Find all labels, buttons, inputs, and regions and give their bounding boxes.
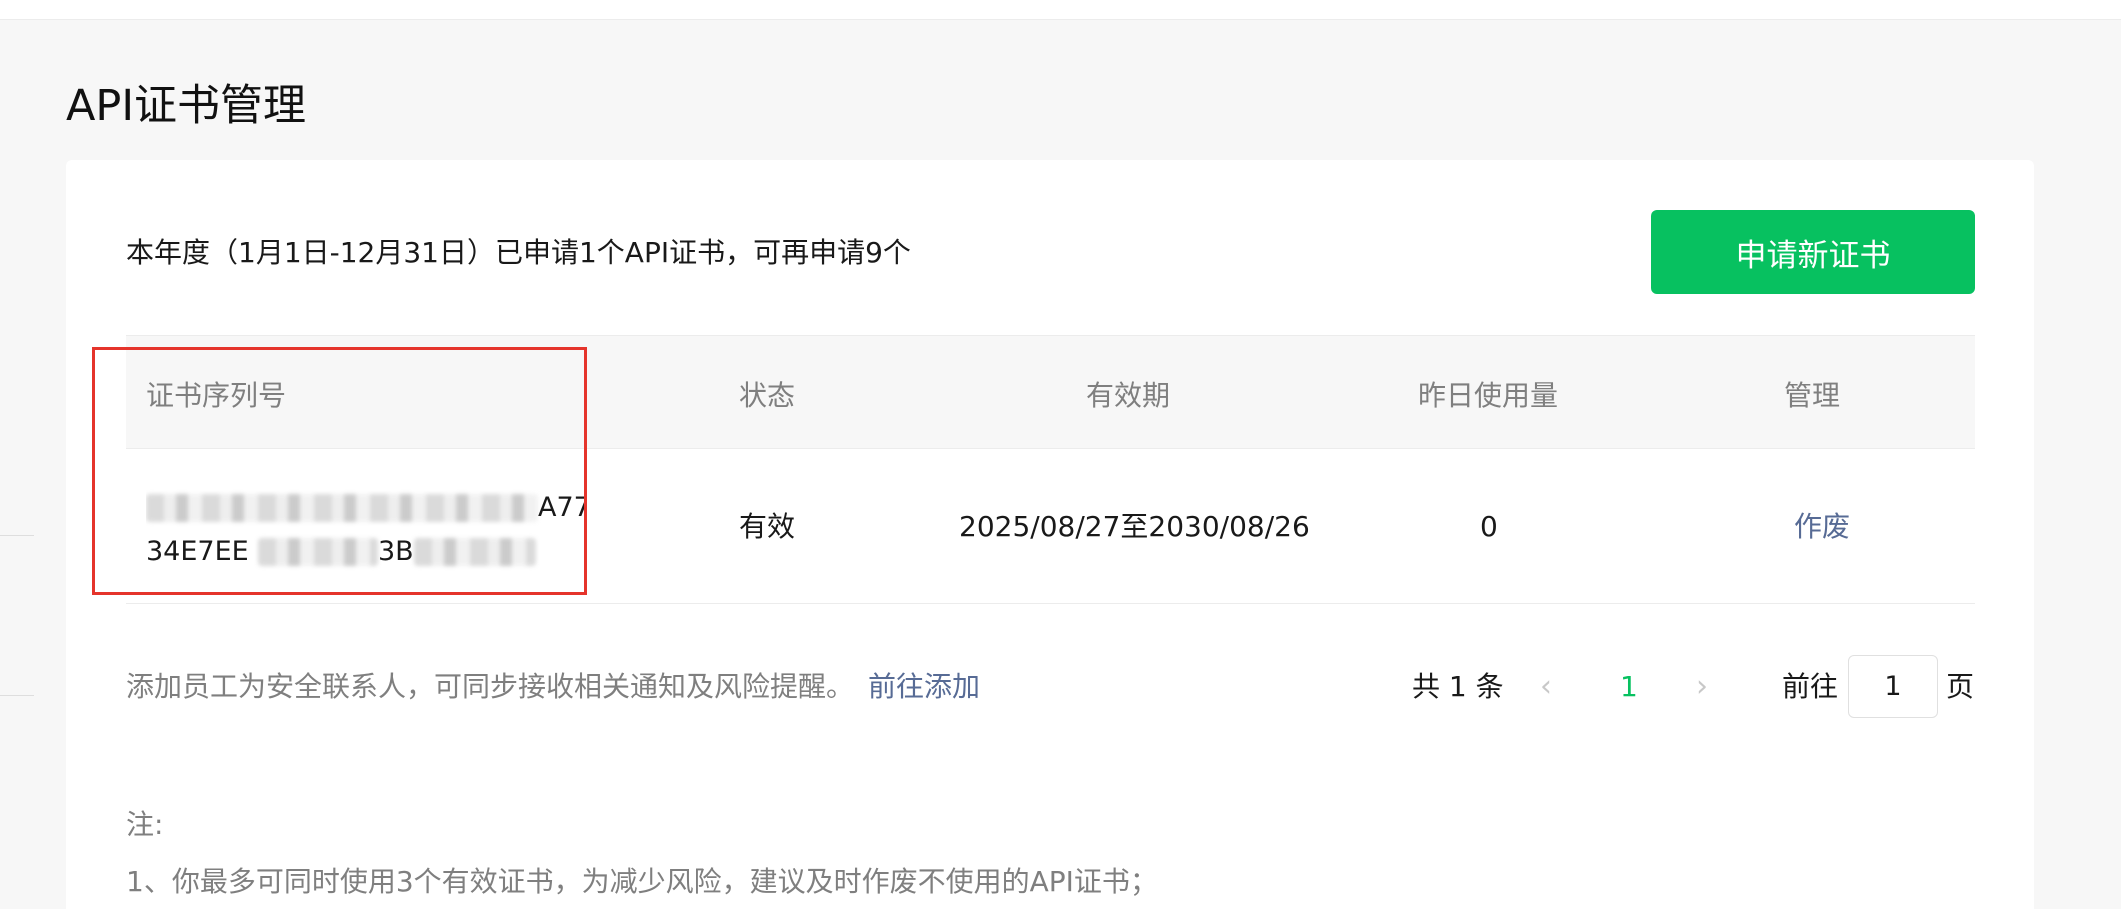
column-header-manage: 管理 [1784, 379, 1841, 412]
top-header-bar [0, 0, 2121, 20]
total-count: 1 [1448, 670, 1467, 703]
note-item: 1、你最多可同时使用3个有效证书，为减少风险，建议及时作废不使用的API证书； [126, 865, 1158, 898]
total-suffix: 条 [1475, 670, 1504, 703]
apply-new-certificate-button[interactable]: 申请新证书 [1651, 210, 1975, 294]
redaction-blur [146, 494, 538, 522]
serial-visible-fragment: A77 [538, 492, 586, 523]
page-suffix: 页 [1946, 670, 1975, 703]
goto-label: 前往 [1782, 670, 1839, 703]
serial-visible-fragment: 34E7EE [146, 536, 249, 567]
redaction-blur [414, 538, 536, 566]
column-header-status: 状态 [739, 379, 796, 412]
next-page-icon[interactable]: › [1696, 667, 1708, 707]
notes-label: 注: [126, 808, 164, 841]
sidebar-divider [0, 535, 34, 536]
security-contact-text: 添加员工为安全联系人，可同步接收相关通知及风险提醒。 [126, 670, 855, 703]
column-header-validity: 有效期 [1086, 379, 1171, 412]
certificate-serial-number: A77 34E7EE 3B [146, 486, 586, 574]
certificate-validity: 2025/08/27至2030/08/26 [959, 510, 1310, 543]
pagination-total: 共 1 条 [1412, 667, 1504, 707]
quota-summary: 本年度（1月1日-12月31日）已申请1个API证书，可再申请9个 [126, 236, 911, 269]
sidebar-divider [0, 695, 34, 696]
column-header-usage: 昨日使用量 [1418, 379, 1559, 412]
serial-line-1: A77 [146, 486, 586, 530]
page-number-current[interactable]: 1 [1620, 667, 1638, 707]
add-contact-link[interactable]: 前往添加 [868, 670, 980, 703]
column-header-serial: 证书序列号 [146, 379, 287, 412]
redaction-blur [258, 538, 378, 566]
goto-page-input[interactable] [1848, 655, 1938, 718]
revoke-certificate-link[interactable]: 作废 [1794, 507, 1850, 547]
page-title: API证书管理 [66, 81, 307, 131]
certificate-status: 有效 [739, 510, 796, 543]
security-contact-tip: 添加员工为安全联系人，可同步接收相关通知及风险提醒。 前往添加 [126, 667, 980, 707]
total-prefix: 共 [1412, 670, 1441, 703]
usage-yesterday: 0 [1480, 510, 1498, 543]
prev-page-icon[interactable]: ‹ [1540, 667, 1552, 707]
serial-visible-fragment: 3B [378, 536, 414, 567]
table-header-row [126, 335, 1975, 449]
serial-line-2: 34E7EE 3B [146, 530, 586, 574]
